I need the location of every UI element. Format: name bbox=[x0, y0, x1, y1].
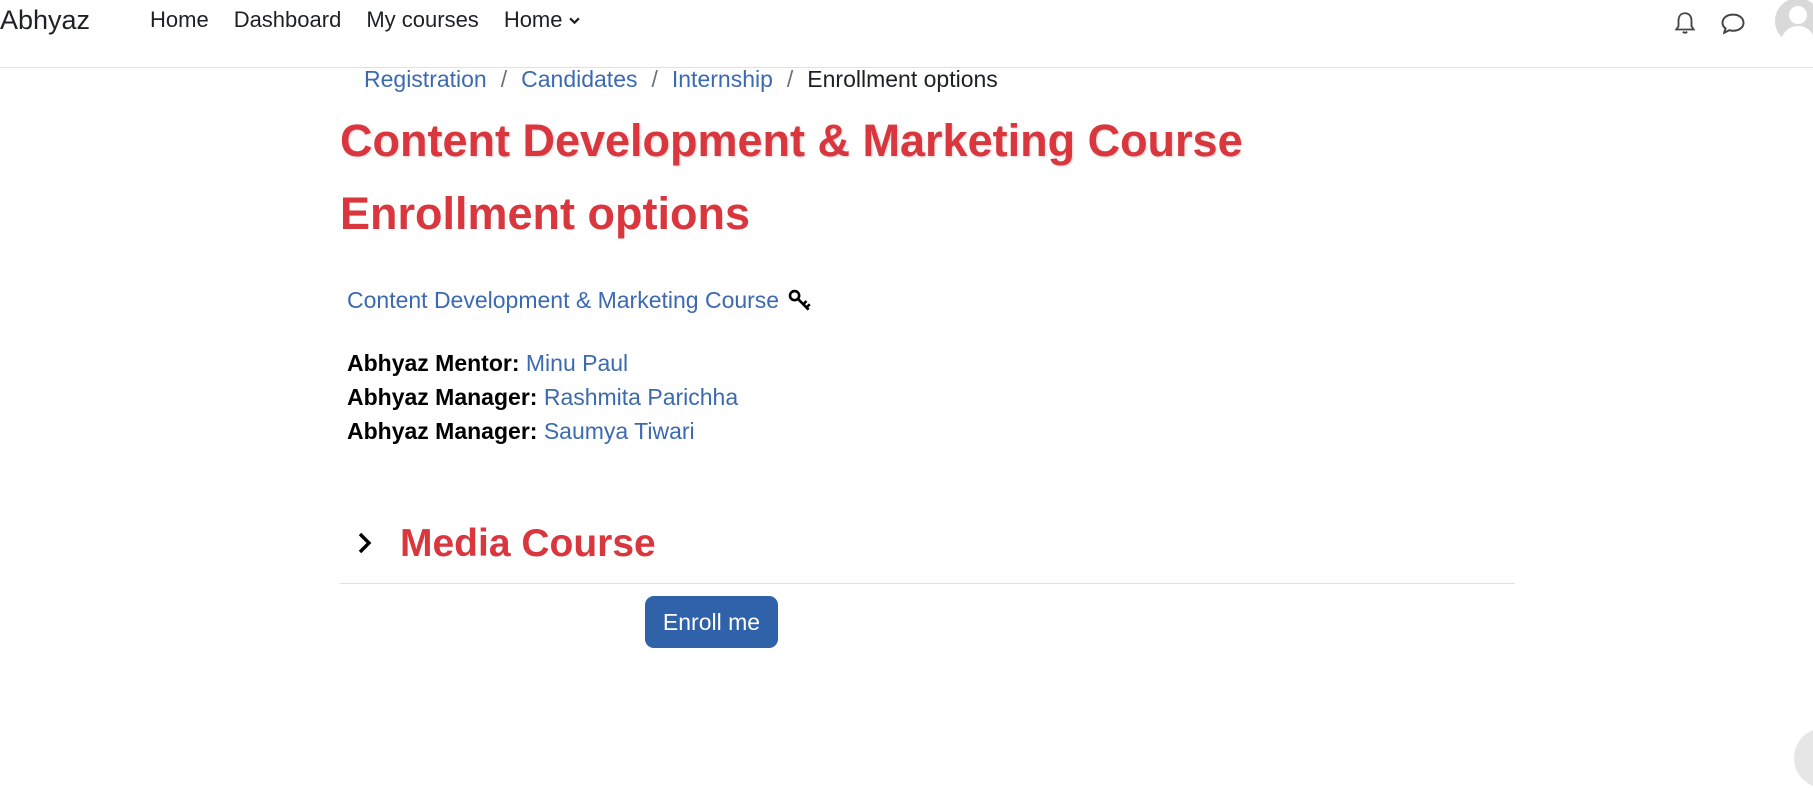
contact-row: Abhyaz Manager: Rashmita Parichha bbox=[347, 380, 738, 414]
nav-dashboard-label: Dashboard bbox=[233, 7, 342, 32]
top-navbar: Abhyaz Home Dashboard My courses Home bbox=[0, 0, 1813, 68]
user-silhouette-icon bbox=[1780, 6, 1813, 44]
contact-row: Abhyaz Mentor: Minu Paul bbox=[347, 346, 738, 380]
nav-dashboard[interactable]: Dashboard bbox=[234, 7, 342, 33]
chevron-down-icon bbox=[568, 17, 580, 24]
nav-home[interactable]: Home bbox=[150, 7, 209, 33]
breadcrumb-registration[interactable]: Registration bbox=[364, 66, 487, 93]
contact-role: Abhyaz Mentor: bbox=[347, 350, 520, 376]
chat-bubble-icon[interactable] bbox=[1719, 11, 1747, 37]
contact-name-link[interactable]: Rashmita Parichha bbox=[544, 384, 738, 410]
key-icon bbox=[788, 289, 811, 311]
nav-home-dropdown[interactable]: Home bbox=[504, 7, 580, 33]
user-avatar[interactable] bbox=[1775, 0, 1813, 44]
course-contacts: Abhyaz Mentor: Minu Paul Abhyaz Manager:… bbox=[347, 346, 738, 448]
footer-help-button[interactable] bbox=[1794, 728, 1813, 788]
breadcrumb: Registration / Candidates / Internship /… bbox=[364, 66, 998, 93]
chevron-right-icon[interactable] bbox=[354, 530, 376, 556]
course-name-link[interactable]: Content Development & Marketing Course bbox=[347, 287, 779, 314]
enroll-button[interactable]: Enroll me bbox=[645, 596, 778, 648]
nav-my-courses-label: My courses bbox=[366, 7, 479, 32]
nav-home-dropdown-label: Home bbox=[503, 7, 563, 32]
course-entry: Content Development & Marketing Course bbox=[347, 287, 813, 314]
nav-my-courses[interactable]: My courses bbox=[366, 7, 478, 33]
contact-role: Abhyaz Manager: bbox=[347, 384, 538, 410]
section-title[interactable]: Media Course bbox=[400, 522, 656, 566]
page-subtitle: Enrollment options bbox=[340, 188, 750, 239]
breadcrumb-separator: / bbox=[500, 66, 508, 92]
breadcrumb-separator: / bbox=[651, 66, 658, 92]
bell-icon[interactable] bbox=[1672, 10, 1698, 36]
breadcrumb-separator: / bbox=[786, 66, 794, 92]
nav-home-label: Home bbox=[150, 7, 209, 32]
primary-nav: Home Dashboard My courses Home bbox=[150, 7, 580, 33]
page-title: Content Development & Marketing Course bbox=[340, 115, 1243, 166]
breadcrumb-current: Enrollment options bbox=[807, 66, 998, 92]
contact-name-link[interactable]: Saumya Tiwari bbox=[544, 418, 695, 444]
breadcrumb-internship[interactable]: Internship bbox=[672, 66, 773, 93]
section-header: Media Course bbox=[340, 520, 1515, 584]
contact-name-link[interactable]: Minu Paul bbox=[526, 350, 628, 376]
contact-role: Abhyaz Manager: bbox=[347, 418, 538, 444]
breadcrumb-candidates[interactable]: Candidates bbox=[521, 66, 637, 93]
contact-row: Abhyaz Manager: Saumya Tiwari bbox=[347, 414, 738, 448]
site-brand[interactable]: Abhyaz bbox=[0, 5, 90, 36]
